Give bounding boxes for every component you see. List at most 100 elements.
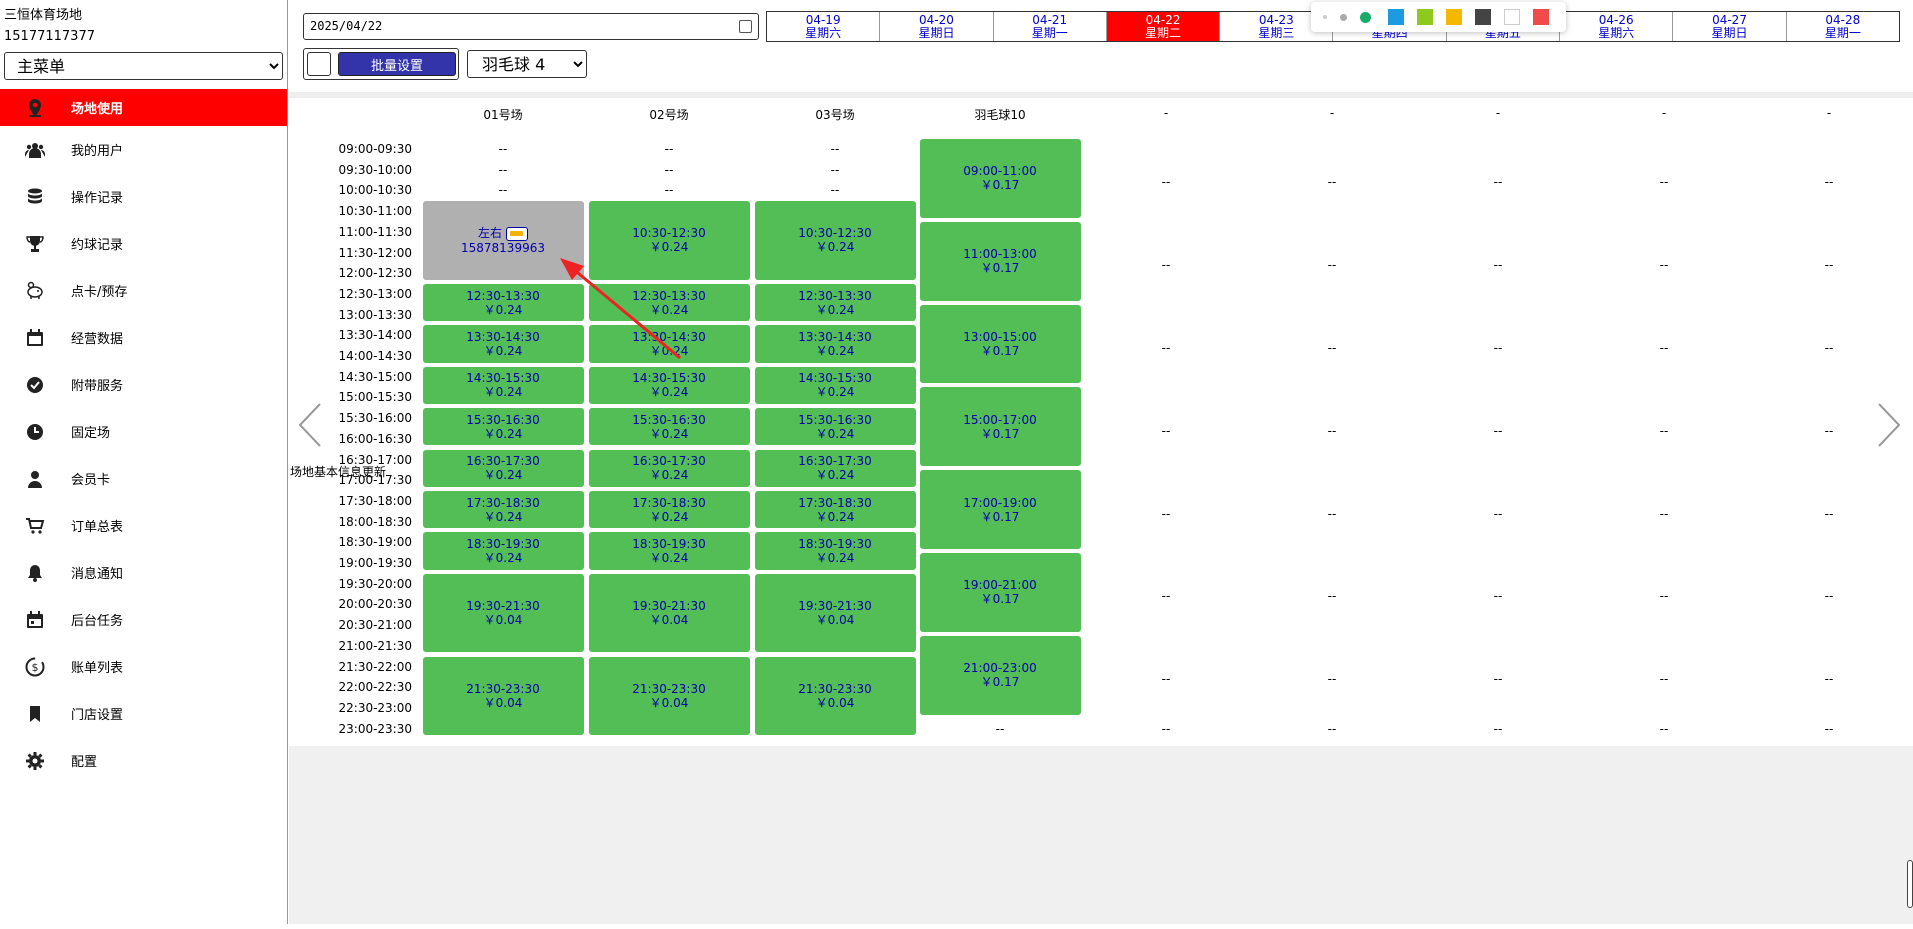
sidebar-item-12[interactable]: $ 账单列表: [0, 643, 287, 690]
empty-slot: --: [830, 183, 840, 198]
available-slot[interactable]: 19:30-21:30 ￥0.04: [422, 573, 584, 653]
booked-slot[interactable]: 左右 15878139963: [422, 201, 584, 280]
available-slot[interactable]: 16:30-17:30 ￥0.24: [588, 449, 750, 487]
sidebar-item-11[interactable]: 后台任务: [0, 596, 287, 643]
palette-swatch-6[interactable]: [1475, 9, 1491, 25]
sidebar-item-8[interactable]: 会员卡: [0, 455, 287, 502]
available-slot[interactable]: 21:30-23:30 ￥0.04: [422, 656, 584, 736]
slot-time: 13:30-14:30: [798, 329, 872, 344]
available-slot[interactable]: 21:30-23:30 ￥0.04: [754, 656, 916, 736]
available-slot[interactable]: 14:30-15:30 ￥0.24: [588, 366, 750, 405]
time-slot-label: 20:30-21:00: [338, 618, 413, 633]
slot-time: 21:30-23:30: [466, 681, 540, 696]
time-slot-label: 17:30-18:00: [338, 493, 413, 508]
available-slot[interactable]: 16:30-17:30 ￥0.24: [422, 449, 584, 487]
main-menu-select[interactable]: 主菜单: [4, 52, 283, 80]
slot-time: 17:30-18:30: [632, 495, 706, 510]
available-slot[interactable]: 15:00-17:00 ￥0.17: [919, 387, 1081, 467]
batch-checkbox[interactable]: [307, 52, 331, 76]
sidebar-item-6[interactable]: 附带服务: [0, 361, 287, 408]
color-palette: [1311, 2, 1566, 32]
available-slot[interactable]: 17:30-18:30 ￥0.24: [588, 490, 750, 529]
batch-settings-button[interactable]: 批量设置: [338, 52, 456, 76]
sidebar-item-0[interactable]: 场地使用: [0, 89, 287, 126]
available-slot[interactable]: 12:30-13:30 ￥0.24: [754, 283, 916, 322]
available-slot[interactable]: 18:30-19:30 ￥0.24: [588, 532, 750, 570]
empty-slot: --: [830, 142, 840, 156]
sidebar-item-7[interactable]: 固定场: [0, 408, 287, 455]
available-slot[interactable]: 15:30-16:30 ￥0.24: [422, 408, 584, 446]
available-slot[interactable]: 10:30-12:30 ￥0.24: [588, 201, 750, 280]
sidebar-item-9[interactable]: 订单总表: [0, 502, 287, 549]
date-tab-2[interactable]: 04-21 星期一: [994, 12, 1107, 41]
available-slot[interactable]: 12:30-13:30 ￥0.24: [588, 283, 750, 322]
available-slot[interactable]: 13:30-14:30 ￥0.24: [588, 325, 750, 363]
available-slot[interactable]: 09:00-11:00 ￥0.17: [919, 139, 1081, 218]
sidebar-item-5[interactable]: 经营数据: [0, 314, 287, 361]
venue-type-select[interactable]: 羽毛球 4: [467, 50, 587, 78]
empty-area: [289, 746, 1913, 924]
sidebar-item-2[interactable]: 操作记录: [0, 173, 287, 220]
calendar-icon[interactable]: [739, 20, 752, 33]
piggy-bank-icon: [24, 280, 46, 302]
palette-swatch-1[interactable]: [1340, 13, 1347, 21]
palette-swatch-7[interactable]: [1504, 9, 1520, 25]
date-tab-0[interactable]: 04-19 星期六: [767, 12, 881, 41]
available-slot[interactable]: 19:00-21:00 ￥0.17: [919, 553, 1081, 632]
date-tab-1[interactable]: 04-20 星期日: [880, 12, 994, 41]
available-slot[interactable]: 18:30-19:30 ￥0.24: [422, 532, 584, 570]
prev-arrow-icon[interactable]: [296, 400, 326, 450]
date-input[interactable]: 2025/04/22: [303, 13, 759, 40]
available-slot[interactable]: 15:30-16:30 ￥0.24: [588, 408, 750, 446]
scrollbar-handle[interactable]: [1907, 860, 1913, 908]
slot-time: 12:30-13:30: [466, 288, 540, 303]
palette-swatch-2[interactable]: [1360, 11, 1371, 23]
sidebar-item-4[interactable]: 点卡/预存: [0, 267, 287, 314]
available-slot[interactable]: 18:30-19:30 ￥0.24: [754, 532, 916, 570]
slot-price: ￥0.24: [483, 426, 523, 441]
next-arrow-icon[interactable]: [1873, 400, 1903, 450]
available-slot[interactable]: 16:30-17:30 ￥0.24: [754, 449, 916, 487]
available-slot[interactable]: 19:30-21:30 ￥0.04: [754, 573, 916, 653]
court-header: -: [1495, 106, 1501, 120]
sidebar-item-14[interactable]: 配置: [0, 737, 287, 784]
time-slot-label: 22:30-23:00: [338, 700, 413, 715]
no-court-slot: --: [1659, 341, 1669, 355]
palette-swatch-8[interactable]: [1533, 9, 1549, 25]
available-slot[interactable]: 19:30-21:30 ￥0.04: [588, 573, 750, 653]
available-slot[interactable]: 10:30-12:30 ￥0.24: [754, 201, 916, 280]
slot-time: 16:30-17:30: [466, 454, 540, 469]
available-slot[interactable]: 13:30-14:30 ￥0.24: [754, 325, 916, 363]
sidebar-item-1[interactable]: 我的用户: [0, 126, 287, 173]
slot-price: ￥0.24: [815, 426, 855, 441]
slot-price: ￥0.24: [483, 468, 523, 483]
available-slot[interactable]: 14:30-15:30 ￥0.24: [754, 366, 916, 405]
available-slot[interactable]: 21:30-23:30 ￥0.04: [588, 656, 750, 736]
available-slot[interactable]: 13:00-15:00 ￥0.17: [919, 304, 1081, 384]
date-tab-3[interactable]: 04-22 星期二: [1106, 12, 1221, 41]
slot-price: ￥0.24: [649, 302, 689, 317]
available-slot[interactable]: 15:30-16:30 ￥0.24: [754, 408, 916, 446]
sidebar-item-13[interactable]: 门店设置: [0, 690, 287, 737]
slot-price: ￥0.04: [483, 695, 523, 710]
slot-price: ￥0.24: [815, 385, 855, 400]
palette-swatch-4[interactable]: [1417, 9, 1433, 25]
available-slot[interactable]: 17:00-19:00 ￥0.17: [919, 470, 1081, 549]
palette-swatch-0[interactable]: [1323, 15, 1327, 19]
available-slot[interactable]: 17:30-18:30 ￥0.24: [754, 490, 916, 529]
available-slot[interactable]: 11:00-13:00 ￥0.17: [919, 221, 1081, 301]
date-tab-7[interactable]: 04-26 星期六: [1560, 12, 1674, 41]
sidebar-item-3[interactable]: 约球记录: [0, 220, 287, 267]
date-tab-9[interactable]: 04-28 星期一: [1787, 12, 1899, 41]
sidebar-item-10[interactable]: 消息通知: [0, 549, 287, 596]
overlay-update-text: 场地基本信息更新: [290, 465, 387, 479]
available-slot[interactable]: 17:30-18:30 ￥0.24: [422, 490, 584, 529]
available-slot[interactable]: 13:30-14:30 ￥0.24: [422, 325, 584, 363]
palette-swatch-3[interactable]: [1388, 9, 1404, 25]
available-slot[interactable]: 14:30-15:30 ￥0.24: [422, 366, 584, 405]
slot-price: ￥0.04: [483, 613, 523, 628]
date-tab-8[interactable]: 04-27 星期日: [1673, 12, 1787, 41]
palette-swatch-5[interactable]: [1446, 9, 1462, 25]
available-slot[interactable]: 21:00-23:00 ￥0.17: [919, 635, 1081, 715]
available-slot[interactable]: 12:30-13:30 ￥0.24: [422, 283, 584, 322]
